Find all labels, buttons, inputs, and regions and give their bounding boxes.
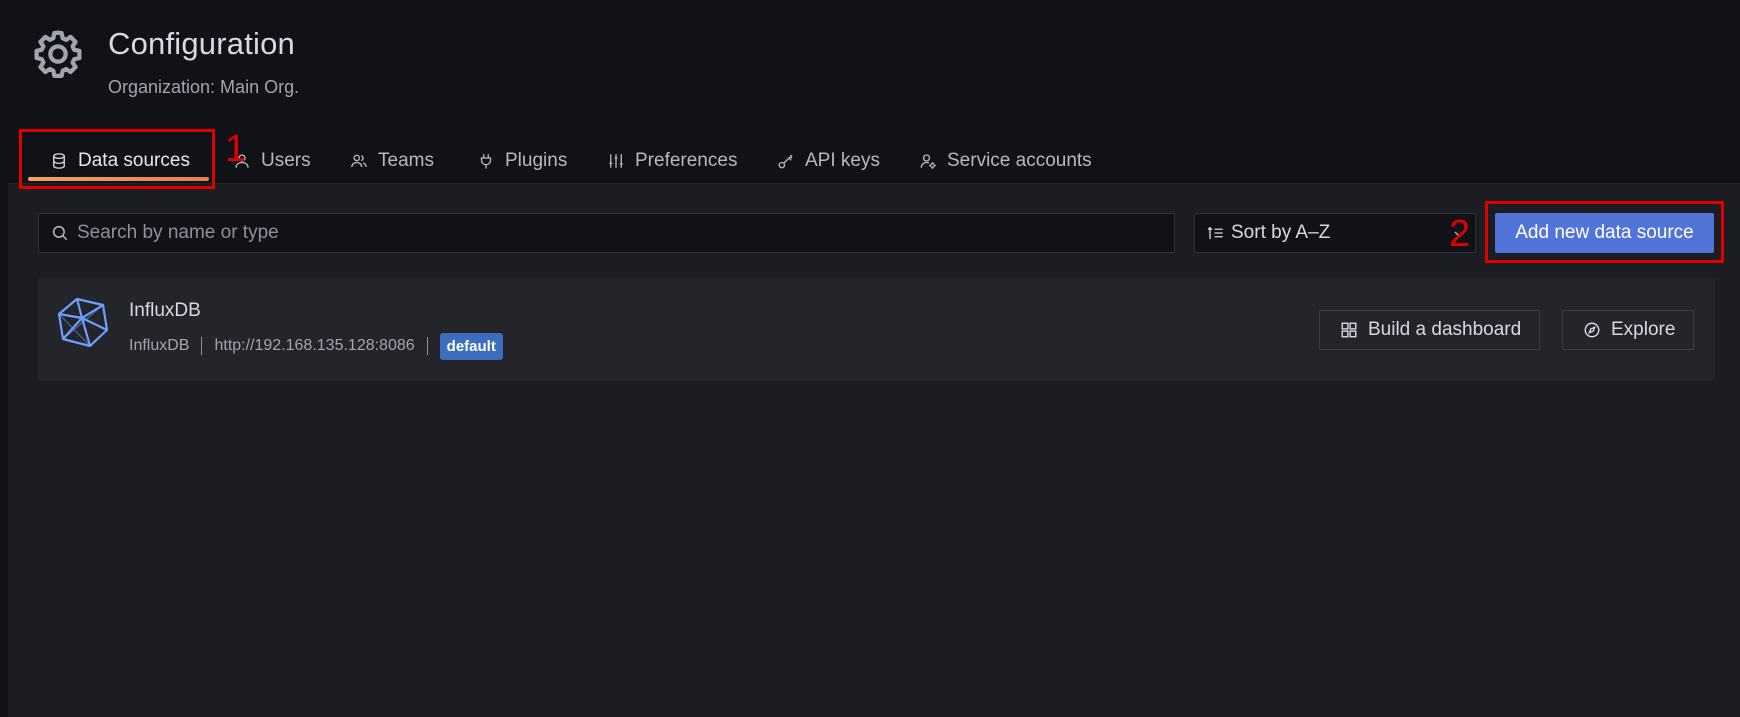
explore-button[interactable]: Explore	[1562, 310, 1695, 350]
tab-plugins[interactable]: Plugins	[477, 138, 567, 183]
search-icon	[52, 225, 68, 241]
tab-label: API keys	[805, 149, 880, 171]
tab-label: Users	[261, 149, 311, 171]
annotation-number-1: 1	[225, 128, 247, 170]
build-dashboard-label: Build a dashboard	[1368, 319, 1522, 340]
datasource-meta: InfluxDB http://192.168.135.128:8086 def…	[129, 332, 503, 360]
tab-teams[interactable]: Teams	[350, 138, 434, 183]
default-badge: default	[439, 332, 503, 360]
grid-icon	[1341, 322, 1357, 338]
meta-divider	[426, 337, 428, 355]
tab-api-keys[interactable]: API keys	[777, 138, 880, 183]
page-subtitle: Organization: Main Org.	[108, 77, 300, 97]
page-title: Configuration	[108, 26, 295, 61]
database-icon	[53, 152, 65, 169]
explore-label: Explore	[1611, 319, 1676, 340]
influxdb-logo-icon	[58, 297, 108, 348]
sort-icon	[1207, 226, 1223, 239]
sort-label: Sort by A–Z	[1231, 222, 1331, 243]
sort-select[interactable]: Sort by A–Z	[1194, 213, 1476, 253]
users-icon	[351, 154, 367, 167]
tab-label: Service accounts	[947, 149, 1092, 171]
build-dashboard-button[interactable]: Build a dashboard	[1319, 310, 1541, 350]
search-field[interactable]	[38, 213, 1175, 253]
tab-preferences[interactable]: Preferences	[607, 138, 737, 183]
tab-bar: Data sources Users Teams Plugins Prefere…	[0, 138, 1740, 183]
annotation-number-2: 2	[1449, 213, 1471, 255]
meta-divider	[201, 337, 203, 355]
tab-service-accounts[interactable]: Service accounts	[919, 138, 1092, 183]
compass-icon	[1584, 322, 1600, 338]
datasource-card[interactable]: InfluxDB InfluxDB http://192.168.135.128…	[38, 278, 1715, 381]
content-panel	[8, 183, 1740, 717]
tab-label: Data sources	[78, 149, 190, 171]
tab-label: Preferences	[635, 149, 738, 171]
search-input[interactable]	[77, 222, 1157, 244]
tab-label: Teams	[378, 149, 434, 171]
user-cog-icon	[920, 153, 936, 169]
key-icon	[778, 154, 793, 168]
add-data-source-button[interactable]: Add new data source	[1495, 213, 1714, 253]
active-tab-indicator	[28, 177, 209, 181]
datasource-name[interactable]: InfluxDB	[129, 300, 201, 322]
sliders-icon	[609, 153, 623, 168]
datasource-url: http://192.168.135.128:8086	[214, 337, 415, 354]
gear-icon	[34, 30, 82, 78]
plug-icon	[480, 153, 492, 168]
page-header: Configuration Organization: Main Org. Da…	[0, 0, 1740, 183]
tab-label: Plugins	[505, 149, 568, 171]
datasource-type: InfluxDB	[129, 337, 190, 354]
